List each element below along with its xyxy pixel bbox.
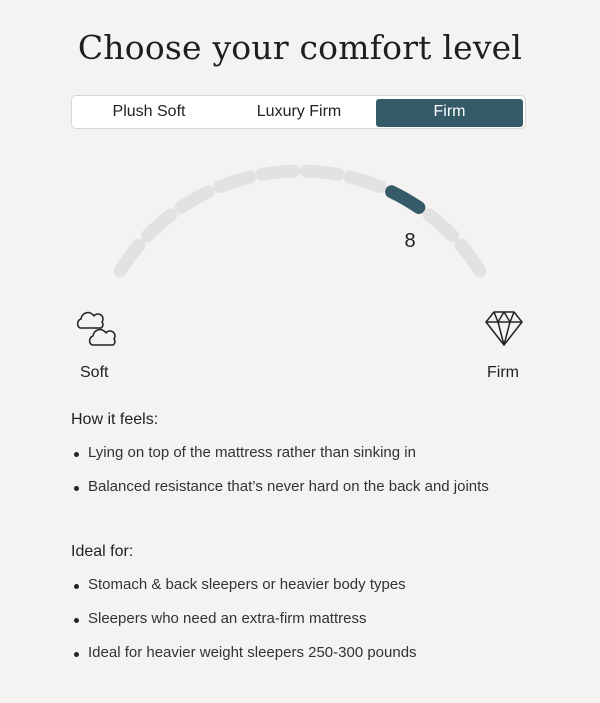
firm-label: Firm xyxy=(487,364,519,381)
cloud-icon xyxy=(74,306,118,355)
gauge-segment xyxy=(140,208,178,243)
how-it-feels-list: Lying on top of the mattress rather than… xyxy=(71,443,489,511)
list-item: Balanced resistance that’s never hard on… xyxy=(71,477,489,511)
gauge-segment xyxy=(113,238,146,278)
gauge-segment xyxy=(299,164,345,181)
list-item: Ideal for heavier weight sleepers 250-30… xyxy=(71,643,417,677)
ideal-for-heading: Ideal for: xyxy=(71,543,134,560)
ideal-for-list: Stomach & back sleepers or heavier body … xyxy=(71,575,417,677)
list-item: Stomach & back sleepers or heavier body … xyxy=(71,575,417,609)
firmness-gauge xyxy=(113,164,487,278)
gauge-segment xyxy=(174,185,215,214)
gauge-segment xyxy=(343,170,387,194)
gauge-segment xyxy=(213,170,257,194)
how-it-feels-heading: How it feels: xyxy=(71,411,159,428)
list-item: Lying on top of the mattress rather than… xyxy=(71,443,489,477)
soft-label: Soft xyxy=(80,364,109,381)
gauge-segment-active xyxy=(385,185,426,214)
list-item: Sleepers who need an extra-firm mattress xyxy=(71,609,417,643)
gauge-segment xyxy=(454,238,487,278)
gauge-segment xyxy=(422,208,460,243)
diamond-icon xyxy=(484,308,524,353)
gauge-segment xyxy=(255,164,301,181)
firmness-rating: 8 xyxy=(404,230,416,252)
